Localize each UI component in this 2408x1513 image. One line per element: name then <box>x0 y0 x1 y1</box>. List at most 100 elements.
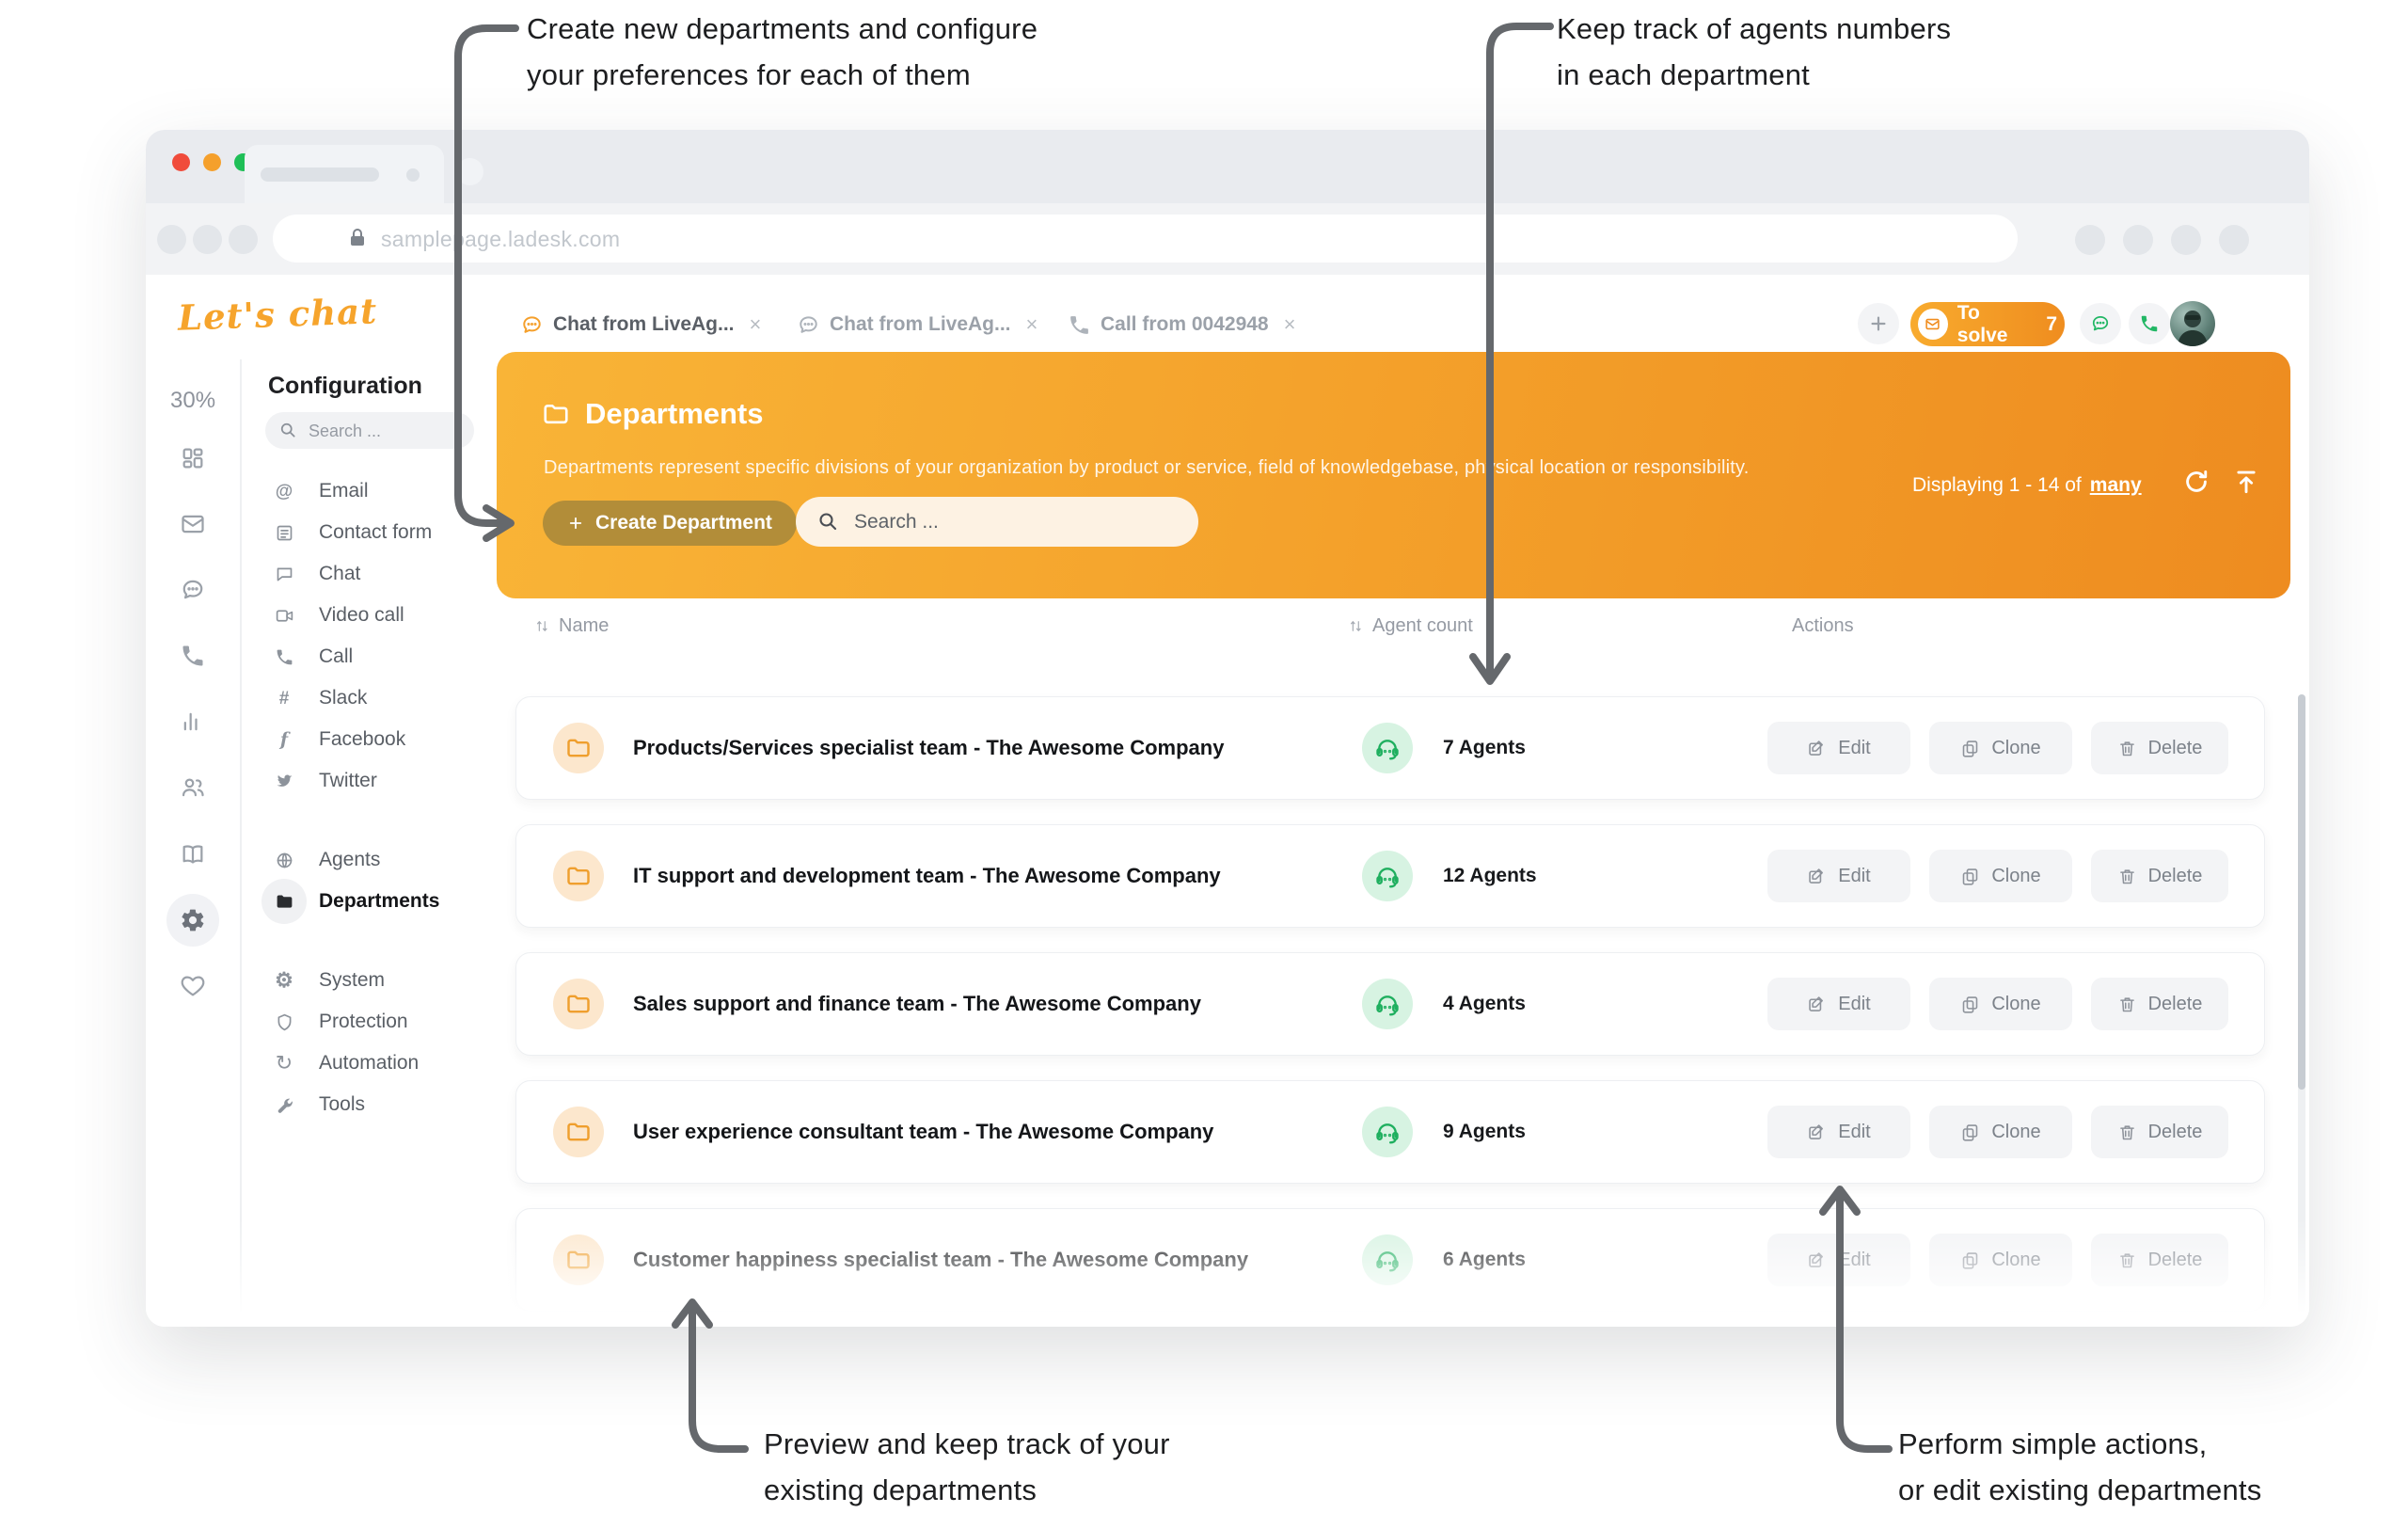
browser-action-2[interactable] <box>2123 225 2153 255</box>
sidebar-item-protection[interactable]: Protection <box>242 1001 501 1043</box>
address-bar[interactable]: samplepage.ladesk.com <box>273 215 2018 263</box>
departments-search[interactable] <box>796 497 1198 547</box>
sidebar-item-call[interactable]: Call <box>242 636 501 677</box>
sidebar-item-label: Agents <box>319 849 380 871</box>
displaying-many-link[interactable]: many <box>2090 474 2142 497</box>
clone-button[interactable]: Clone <box>1929 850 2072 902</box>
browser-action-4[interactable] <box>2219 225 2249 255</box>
cog-icon: ⚙ <box>270 966 298 995</box>
browser-action-1[interactable] <box>2075 225 2105 255</box>
sort-icon[interactable] <box>533 617 551 635</box>
sidebar-item-email[interactable]: @Email <box>242 470 501 512</box>
clone-button[interactable]: Clone <box>1929 1234 2072 1286</box>
ticket-tab[interactable]: Chat from LiveAg...× <box>797 309 1038 341</box>
sidebar-search-input[interactable] <box>307 416 461 446</box>
to-solve-count: 7 <box>2046 313 2057 336</box>
department-name: Customer happiness specialist team - The… <box>633 1209 1248 1311</box>
browser-window: samplepage.ladesk.com Let's chat Chat fr… <box>146 130 2309 1327</box>
rail-item-stats[interactable] <box>166 695 219 748</box>
sidebar-item-chat[interactable]: Chat <box>242 553 501 595</box>
department-folder-icon <box>553 979 604 1029</box>
annotation-top-left: Create new departments and configure you… <box>527 6 1038 98</box>
annotation-bottom-left: Preview and keep track of your existing … <box>764 1421 1170 1513</box>
user-avatar[interactable] <box>2170 301 2215 346</box>
department-name: Products/Services specialist team - The … <box>633 697 1224 799</box>
traffic-light-minimize[interactable] <box>203 153 221 171</box>
column-header-agent-count[interactable]: Agent count <box>1347 615 1473 637</box>
add-button[interactable] <box>1858 303 1899 344</box>
delete-button[interactable]: Delete <box>2091 1106 2228 1158</box>
edit-button[interactable]: Edit <box>1767 1106 1910 1158</box>
browser-tab-close[interactable] <box>406 168 420 182</box>
delete-button[interactable]: Delete <box>2091 722 2228 774</box>
new-tab-button[interactable] <box>456 158 483 185</box>
sidebar-item-system[interactable]: ⚙System <box>242 960 501 1001</box>
sidebar-item-twitter[interactable]: Twitter <box>242 760 501 802</box>
tab-close-icon[interactable]: × <box>1026 312 1038 337</box>
action-label: Delete <box>2148 1250 2203 1271</box>
departments-panel-header: Departments Departments represent specif… <box>497 352 2290 598</box>
sidebar-item-automation[interactable]: ↻Automation <box>242 1043 501 1084</box>
action-label: Clone <box>1991 738 2040 759</box>
scroll-to-top-icon[interactable] <box>2232 468 2260 496</box>
clone-button[interactable]: Clone <box>1929 722 2072 774</box>
sidebar-item-label: Chat <box>319 563 360 585</box>
rail-item-chat-bubble[interactable] <box>166 564 219 616</box>
tab-close-icon[interactable]: × <box>1284 312 1296 337</box>
rail-item-book[interactable] <box>166 828 219 881</box>
rail-item-mail[interactable] <box>166 498 219 550</box>
column-header-name[interactable]: Name <box>533 615 609 637</box>
sidebar-search[interactable] <box>265 412 474 449</box>
clone-button[interactable]: Clone <box>1929 1106 2072 1158</box>
scrollbar-thumb[interactable] <box>2298 694 2305 1090</box>
delete-button[interactable]: Delete <box>2091 1234 2228 1286</box>
rail-item-gear[interactable] <box>166 894 219 947</box>
annotation-line: Keep track of agents numbers <box>1557 6 1951 52</box>
sort-icon[interactable] <box>1347 617 1365 635</box>
edit-button[interactable]: Edit <box>1767 722 1910 774</box>
sidebar-item-contact-form[interactable]: Contact form <box>242 512 501 553</box>
browser-action-3[interactable] <box>2171 225 2201 255</box>
annotation-line: Perform simple actions, <box>1898 1421 2261 1467</box>
ticket-tab[interactable]: Call from 0042948× <box>1068 309 1295 341</box>
edit-button[interactable]: Edit <box>1767 978 1910 1030</box>
refresh-icon[interactable] <box>2182 468 2210 496</box>
ticket-tab[interactable]: Chat from LiveAg...× <box>520 309 761 341</box>
sidebar-item-slack[interactable]: #Slack <box>242 677 501 719</box>
rail-item-heart[interactable] <box>166 960 219 1012</box>
reload-button[interactable] <box>229 225 258 254</box>
rail-item-grid[interactable] <box>166 432 219 485</box>
action-label: Edit <box>1838 1122 1870 1143</box>
back-button[interactable] <box>157 225 186 254</box>
sidebar-item-facebook[interactable]: fFacebook <box>242 719 501 760</box>
sidebar-item-tools[interactable]: Tools <box>242 1084 501 1125</box>
sidebar-item-video-call[interactable]: Video call <box>242 595 501 636</box>
action-label: Clone <box>1991 994 2040 1015</box>
browser-tab[interactable] <box>245 145 444 203</box>
action-label: Delete <box>2148 1122 2203 1143</box>
department-name: IT support and development team - The Aw… <box>633 825 1221 927</box>
tab-close-icon[interactable]: × <box>750 312 762 337</box>
annotation-line: in each department <box>1557 52 1951 98</box>
rail-item-people[interactable] <box>166 761 219 814</box>
departments-search-input[interactable] <box>852 505 1166 539</box>
delete-button[interactable]: Delete <box>2091 978 2228 1030</box>
forward-button[interactable] <box>193 225 222 254</box>
sidebar-item-departments[interactable]: Departments <box>242 881 501 922</box>
create-department-button[interactable]: Create Department <box>543 501 797 546</box>
video-icon <box>270 601 298 629</box>
calls-button[interactable] <box>2129 303 2170 344</box>
edit-button[interactable]: Edit <box>1767 850 1910 902</box>
delete-button[interactable]: Delete <box>2091 850 2228 902</box>
to-solve-button[interactable]: To solve 7 <box>1910 302 2065 346</box>
traffic-light-close[interactable] <box>172 153 190 171</box>
sidebar-item-label: Automation <box>319 1052 419 1075</box>
folder-icon <box>542 400 570 428</box>
rail-item-call[interactable] <box>166 629 219 682</box>
clone-button[interactable]: Clone <box>1929 978 2072 1030</box>
search-icon <box>278 421 297 439</box>
sidebar-item-agents[interactable]: Agents <box>242 839 501 881</box>
chats-button[interactable] <box>2080 303 2121 344</box>
edit-button[interactable]: Edit <box>1767 1234 1910 1286</box>
action-label: Edit <box>1838 738 1870 759</box>
